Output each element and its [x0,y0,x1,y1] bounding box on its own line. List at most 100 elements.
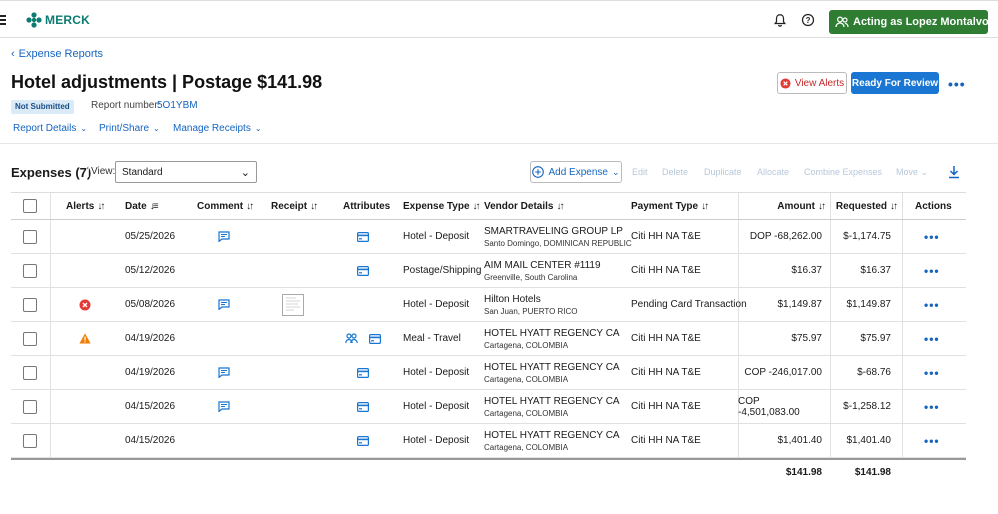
row-checkbox[interactable] [23,433,37,448]
row-expense-type: Hotel - Deposit [403,435,470,446]
duplicate-button[interactable]: Duplicate [704,167,742,177]
allocate-button[interactable]: Allocate [757,167,789,177]
expenses-title: Expenses (7) [11,165,92,180]
manage-receipts-label: Manage Receipts [173,123,251,134]
row-checkbox[interactable] [23,263,37,278]
select-all-checkbox[interactable] [23,199,37,213]
comment-icon[interactable] [218,390,230,423]
col-date[interactable]: Date ↓≡ [125,193,158,219]
view-alerts-button[interactable]: View Alerts [777,72,847,94]
table-row[interactable]: 04/19/2026 Hotel - Deposit HOTEL HYATT REG… [11,356,966,390]
row-actions-menu-icon[interactable]: ••• [924,366,940,380]
col-expense-type[interactable]: Expense Type ↓↑ [403,193,481,219]
row-amount: COP -246,017.00 [744,367,822,378]
row-requested: $1,401.40 [846,435,892,446]
row-payment-type: Citi HH NA T&E [631,435,701,446]
chevron-down-icon: ⌄ [254,124,262,133]
comment-icon[interactable] [218,356,230,389]
row-expense-type: Hotel - Deposit [403,367,470,378]
error-circle-icon [780,77,791,89]
row-actions-menu-icon[interactable]: ••• [924,264,940,278]
row-checkbox[interactable] [23,365,37,380]
row-vendor-name: SMARTRAVELING GROUP LP [484,225,623,237]
row-vendor-name: Hilton Hotels [484,293,541,305]
menu-icon[interactable] [0,15,6,27]
edit-button[interactable]: Edit [632,167,648,177]
row-checkbox[interactable] [23,331,37,346]
more-options-icon[interactable]: ••• [948,76,966,92]
acting-as-label: Acting as Lopez Montalvo, Ro... [853,16,988,28]
table-body: 05/25/2026 Hotel - Deposit SMARTRAVELING G… [11,220,966,458]
merck-logo[interactable]: MERCK [26,12,90,28]
back-link-label: Expense Reports [18,48,104,60]
chevron-down-icon: ⌄ [611,166,620,177]
col-alerts[interactable]: Alerts ↓↑ [66,193,105,219]
row-amount: $1,401.40 [777,435,823,446]
report-number-label: Report number: [91,100,161,111]
col-comment[interactable]: Comment ↓↑ [197,193,254,219]
row-payment-type: Citi HH NA T&E [631,333,701,344]
row-actions-menu-icon[interactable]: ••• [924,298,940,312]
view-label: View: [88,166,115,177]
row-amount: $16.37 [791,265,822,276]
delete-button[interactable]: Delete [662,167,688,177]
error-alert-icon[interactable] [79,288,91,321]
row-vendor-name: HOTEL HYATT REGENCY CA [484,361,620,373]
row-vendor-location: San Juan, PUERTO RICO [484,306,578,316]
download-icon[interactable] [947,165,961,182]
table-row[interactable]: 05/08/2026 Hotel - Deposit Hilton Hotels Sa… [11,288,966,322]
row-actions-menu-icon[interactable]: ••• [924,332,940,346]
col-vendor-details[interactable]: Vendor Details ↓↑ [484,193,564,219]
comment-icon[interactable] [218,220,230,253]
row-actions-menu-icon[interactable]: ••• [924,400,940,414]
col-amount[interactable]: Amount ↓↑ [738,193,826,219]
bell-icon[interactable] [773,13,789,29]
add-expense-button[interactable]: Add Expense ⌄ [530,161,622,183]
total-requested: $141.98 [854,466,891,478]
table-row[interactable]: 05/12/2026 Postage/Shipping AIM MAIL CENTE… [11,254,966,288]
help-circle-icon[interactable]: ? [801,13,817,29]
report-details-menu[interactable]: Report Details ⌄ [13,123,99,134]
row-expense-type: Hotel - Deposit [403,231,470,242]
row-actions-menu-icon[interactable]: ••• [924,230,940,244]
table-row[interactable]: 04/19/2026 Meal - Travel HOTEL HYATT REGEN… [11,322,966,356]
sort-icon: ↓↑ [310,200,318,212]
row-date: 05/08/2026 [125,299,176,310]
table-row[interactable]: 04/15/2026 Hotel - Deposit HOTEL HYATT REG… [11,390,966,424]
row-checkbox[interactable] [23,229,37,244]
row-expense-type: Hotel - Deposit [403,401,470,412]
report-menu-row: Report Details ⌄ Print/Share ⌄ Manage Rece… [13,123,262,134]
print-share-menu[interactable]: Print/Share ⌄ [99,123,173,134]
page-title: Hotel adjustments | Postage $141.98 [11,72,323,92]
col-expense-type-label: Expense Type [403,200,470,212]
row-payment-type: Citi HH NA T&E [631,265,701,276]
col-receipt-label: Receipt [271,200,308,212]
row-checkbox[interactable] [23,399,37,414]
ready-for-review-button[interactable]: Ready For Review [851,72,939,94]
row-date: 04/15/2026 [125,435,176,446]
card-icon [357,390,369,423]
col-payment-type[interactable]: Payment Type ↓↑ [631,193,709,219]
row-actions-menu-icon[interactable]: ••• [924,434,940,448]
view-select[interactable]: Standard ⌄ [115,161,257,183]
combine-expenses-button[interactable]: Combine Expenses [804,167,882,177]
col-receipt[interactable]: Receipt ↓↑ [271,193,318,219]
col-date-label: Date [125,200,147,212]
expenses-table: Alerts ↓↑ Date ↓≡ Comment ↓↑ Receipt ↓↑ Attr… [11,192,966,484]
report-details-label: Report Details [13,123,77,134]
move-button[interactable]: Move ⌄ [896,167,928,178]
print-share-label: Print/Share [99,123,150,134]
manage-receipts-menu[interactable]: Manage Receipts ⌄ [173,123,262,134]
col-payment-label: Payment Type [631,200,699,212]
table-row[interactable]: 04/15/2026 Hotel - Deposit HOTEL HYATT REG… [11,424,966,458]
back-to-expense-reports-link[interactable]: ‹ Expense Reports [11,48,103,60]
row-checkbox[interactable] [23,297,37,312]
acting-as-button[interactable]: Acting as Lopez Montalvo, Ro... [829,10,988,34]
comment-icon[interactable] [218,288,230,321]
warning-alert-icon[interactable] [79,322,91,355]
table-row[interactable]: 05/25/2026 Hotel - Deposit SMARTRAVELING G… [11,220,966,254]
col-requested[interactable]: Requested ↓↑ [830,193,898,219]
row-amount: $1,149.87 [777,299,823,310]
receipt-thumbnail[interactable] [282,288,304,321]
col-actions-label: Actions [915,200,952,212]
